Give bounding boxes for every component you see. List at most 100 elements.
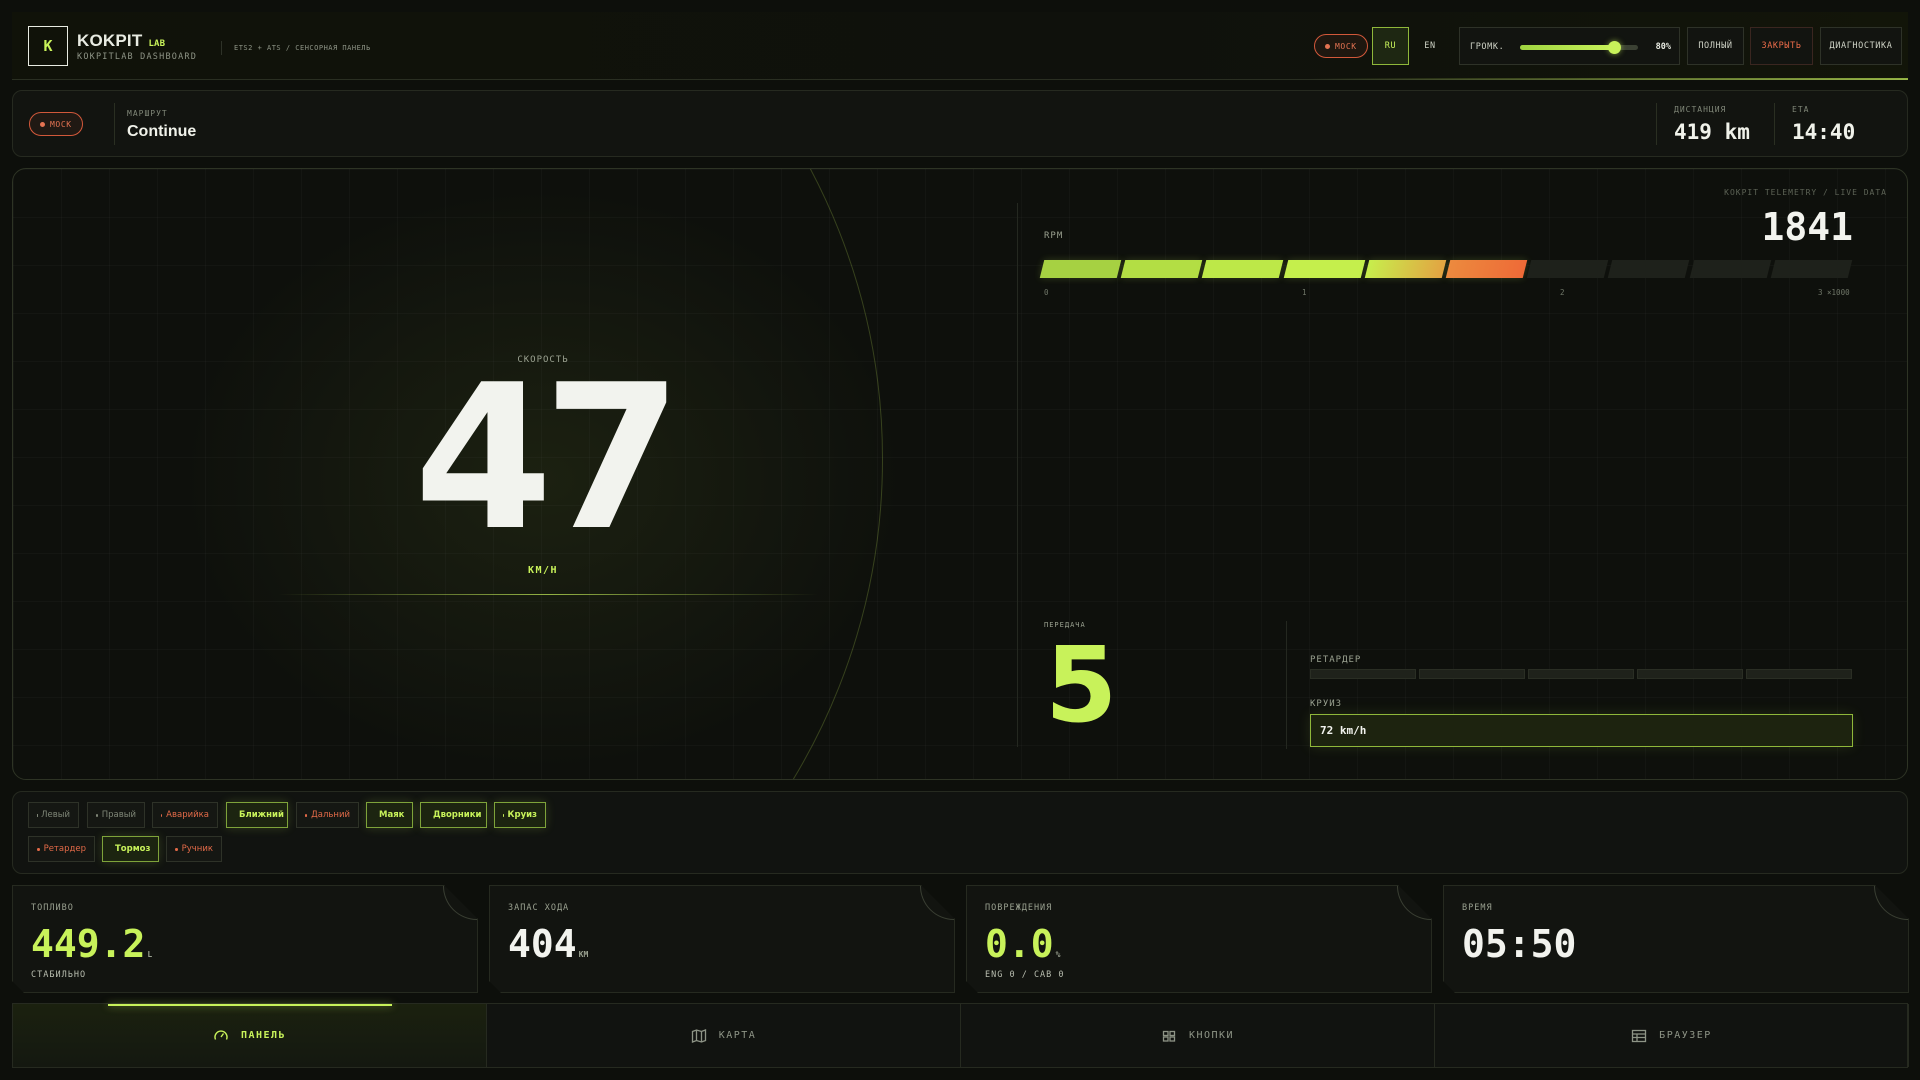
retarder-segment (1419, 669, 1525, 679)
toggle-3[interactable]: Ближний (226, 802, 288, 828)
card-unit: KM (578, 950, 589, 959)
rpm-segment (1770, 260, 1853, 278)
retarder-segment (1528, 669, 1634, 679)
stat-card: ТОПЛИВО 449.2 L СТАБИЛЬНО (12, 885, 478, 993)
app-title-text: KOKPIT (77, 31, 143, 50)
toggle-indicator-icon (175, 847, 178, 851)
toggle-label: Аварийка (166, 810, 209, 820)
toggle-7[interactable]: Круиз (494, 802, 546, 828)
toggle-0[interactable]: Левый (28, 802, 79, 828)
card-value: 0.0 (985, 922, 1054, 966)
route-bar: MOCK МАРШРУТ Continue ДИСТАНЦИЯ 419 km E… (12, 90, 1908, 157)
toggle-2[interactable]: Аварийка (152, 802, 218, 828)
card-corner (920, 886, 954, 920)
app-title-suffix: LAB (148, 39, 166, 49)
toggle-indicator-icon (503, 813, 504, 817)
divider (1656, 103, 1657, 145)
volume-label: ГРОМК. (1470, 42, 1505, 52)
nav-tab-2[interactable]: КНОПКИ (961, 1004, 1435, 1067)
card-subtext: ENG 0 / CAB 0 (985, 970, 1065, 980)
toggle-5[interactable]: Маяк (366, 802, 413, 828)
nav-tab-label: ПАНЕЛЬ (240, 1030, 287, 1041)
card-label: ВРЕМЯ (1462, 903, 1493, 913)
toggle-label: Ретардер (43, 844, 86, 854)
eta-label: ETA (1792, 105, 1810, 114)
stat-card: ПОВРЕЖДЕНИЯ 0.0% ENG 0 / CAB 0 (966, 885, 1432, 993)
telemetry-label: KOKPIT TELEMETRY / LIVE DATA (1724, 188, 1887, 197)
card-value: 449.2 (31, 922, 146, 966)
volume-control: ГРОМК. 80% (1459, 27, 1680, 65)
close-button[interactable]: ЗАКРЫТЬ (1750, 27, 1813, 65)
top-bar: K KOKPIT LAB KOKPITLAB DASHBOARD ETS2 + A… (12, 12, 1908, 80)
diagnostics-button[interactable]: ДИАГНОСТИКА (1820, 27, 1902, 65)
distance-label: ДИСТАНЦИЯ (1674, 105, 1727, 114)
divider (1774, 103, 1775, 145)
card-value-wrap: 05:50 (1462, 920, 1578, 979)
rpm-segment (1364, 260, 1447, 278)
card-value: 404 (508, 922, 577, 966)
volume-fill (1520, 45, 1615, 50)
distance-value: 419 km (1674, 120, 1750, 144)
nav-tab-label: БРАУЗЕР (1659, 1030, 1712, 1041)
lang-ru-button[interactable]: RU (1372, 27, 1409, 65)
retarder-label: РЕТАРДЕР (1310, 655, 1362, 665)
toggle-label: Круиз (507, 810, 537, 820)
route-label: МАРШРУТ (127, 109, 168, 118)
toggle-label: Тормоз (115, 844, 151, 854)
volume-slider[interactable] (1520, 41, 1638, 54)
gauge-icon (213, 1028, 229, 1044)
rpm-segment (1120, 260, 1203, 278)
toggle-10[interactable]: Ручник (166, 836, 222, 862)
card-corner (1397, 886, 1431, 920)
logo-mark: K (28, 26, 68, 66)
rpm-tick: 0 (1044, 288, 1049, 297)
rpm-tick: 1 (1302, 288, 1307, 297)
app-title: KOKPIT LAB (77, 31, 165, 51)
stat-card: ВРЕМЯ 05:50 (1443, 885, 1909, 993)
toggle-label: Дворники (433, 810, 482, 820)
nav-tab-1[interactable]: КАРТА (487, 1004, 961, 1067)
toggle-1[interactable]: Правый (87, 802, 145, 828)
lang-en-button[interactable]: EN (1412, 27, 1448, 65)
route-mock-badge: MOCK (29, 112, 83, 136)
toggle-6[interactable]: Дворники (420, 802, 487, 828)
fullscreen-button[interactable]: ПОЛНЫЙ (1687, 27, 1744, 65)
toggle-label: Дальний (311, 810, 350, 820)
divider (1286, 621, 1287, 749)
logo-letter: K (43, 37, 53, 55)
rpm-segment (1689, 260, 1772, 278)
divider (1017, 203, 1018, 747)
toggle-8[interactable]: Ретардер (28, 836, 95, 862)
buttons-grid-icon (1161, 1028, 1177, 1044)
breadcrumb: ETS2 + ATS / СЕНСОРНАЯ ПАНЕЛЬ (221, 41, 371, 55)
toggle-9[interactable]: Тормоз (102, 836, 159, 862)
toggle-indicator-icon (161, 813, 163, 817)
card-unit: L (147, 950, 153, 959)
gear-value: 5 (1045, 624, 1118, 746)
toggle-label: Маяк (379, 810, 405, 820)
retarder-segment (1746, 669, 1852, 679)
eta-value: 14:40 (1792, 120, 1856, 144)
browser-icon (1631, 1028, 1647, 1044)
rpm-segment (1445, 260, 1528, 278)
rpm-segment (1202, 260, 1284, 278)
status-dot-icon (1325, 43, 1330, 49)
volume-value: 80% (1655, 42, 1671, 52)
rpm-bar (1039, 260, 1853, 278)
card-label: ТОПЛИВО (31, 903, 74, 913)
map-icon (691, 1028, 707, 1044)
rpm-value: 1841 (1761, 205, 1853, 249)
route-value: Continue (127, 123, 197, 140)
toggle-label: Ближний (239, 810, 284, 820)
speed-unit: КМ/Н (527, 565, 559, 576)
toggle-indicator-icon (305, 813, 308, 817)
nav-tab-0[interactable]: ПАНЕЛЬ (13, 1004, 487, 1067)
cruise-value[interactable]: 72 km/h (1310, 714, 1853, 747)
toggle-label: Ручник (181, 844, 213, 854)
toggle-4[interactable]: Дальний (296, 802, 359, 828)
card-unit: % (1055, 950, 1061, 959)
nav-tab-3[interactable]: БРАУЗЕР (1435, 1004, 1909, 1067)
card-label: ПОВРЕЖДЕНИЯ (985, 903, 1053, 913)
volume-knob[interactable] (1608, 41, 1622, 54)
rpm-tick: 2 (1560, 288, 1565, 297)
